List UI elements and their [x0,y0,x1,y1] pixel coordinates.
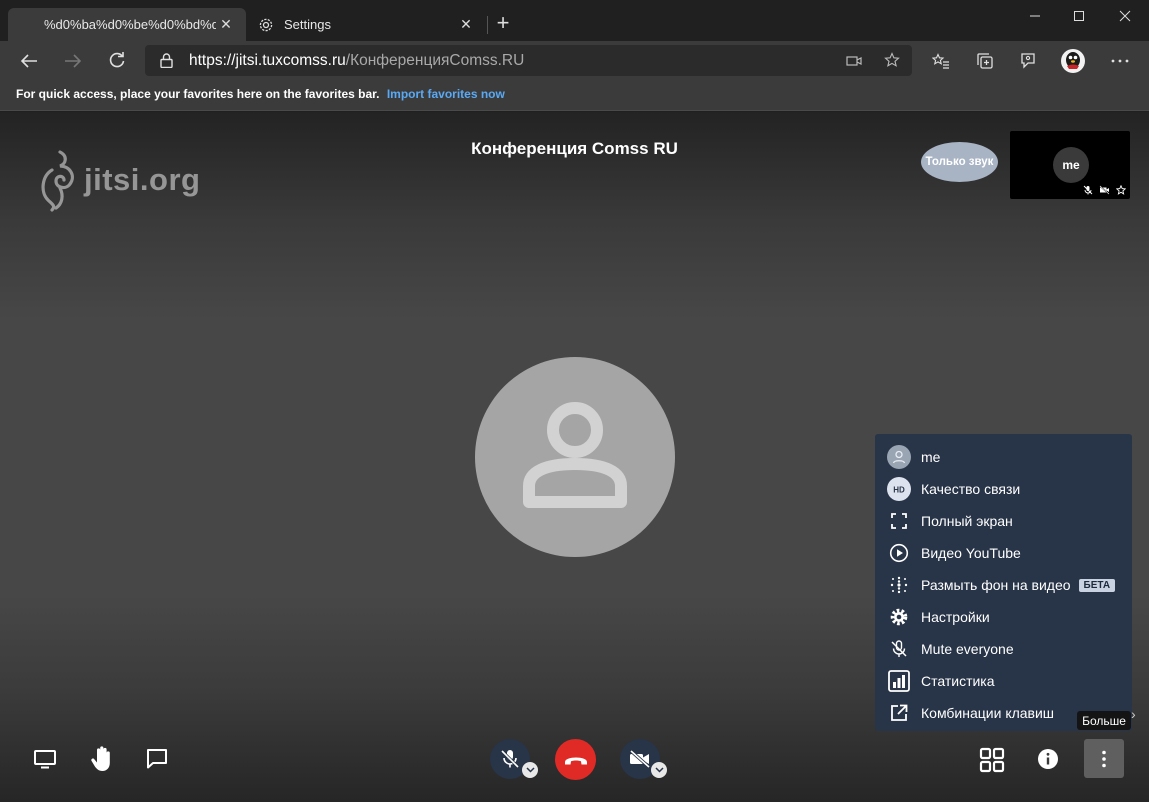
url-host: https://jitsi.tuxcomss.ru [189,52,346,69]
menu-item-label: Видео YouTube [921,545,1021,561]
share-screen-button[interactable] [30,744,60,774]
menu-item-mute-everyone[interactable]: Mute everyone [875,633,1132,665]
menu-item-fullscreen[interactable]: Полный экран [875,505,1132,537]
audio-only-indicator[interactable]: Только звук [921,142,998,182]
tab-close-icon[interactable]: ✕ [216,16,236,33]
lock-icon[interactable] [160,53,173,73]
camera-off-icon [629,749,651,769]
mic-off-icon [500,749,520,769]
star-icon [1116,185,1126,195]
camera-options-chevron-icon[interactable] [651,762,667,778]
menu-item-label: Статистика [921,673,995,689]
info-icon [1038,749,1058,769]
settings-more-icon[interactable] [1104,45,1136,77]
phone-hangup-icon [564,757,587,764]
tab-title: Settings [284,17,331,32]
fullscreen-icon [887,509,911,533]
self-view-thumbnail[interactable]: me [1010,131,1130,199]
blur-icon [887,573,911,597]
more-actions-button[interactable] [1084,739,1124,778]
conference-stage: jitsi.org Конференция Comss RU Только зв… [0,112,1149,802]
more-vertical-icon [1102,750,1106,767]
tab-close-icon[interactable]: ✕ [456,16,476,33]
back-button[interactable] [13,45,45,77]
self-avatar: me [1053,147,1089,183]
screen-icon [34,750,56,769]
camera-off-icon [1099,185,1110,195]
grid-icon [979,747,1005,773]
profile-avatar[interactable] [1057,45,1089,77]
mic-off-icon [887,637,911,661]
watermark-text: jitsi.org [84,162,201,197]
svg-text:HD: HD [893,486,905,495]
chat-icon [147,749,167,769]
hd-icon: HD [887,477,911,501]
menu-item-call-quality[interactable]: HD Качество связи [875,473,1132,505]
menu-item-statistics[interactable]: Статистика [875,665,1132,697]
browser-titlebar: %d0%ba%d0%be%d0%bd%d1% ✕ Settings ✕ + [0,0,1149,41]
hand-icon [91,746,110,771]
hangup-button[interactable] [555,739,596,780]
gear-icon [887,605,911,629]
play-icon [887,541,911,565]
beta-badge: БЕТА [1078,578,1116,592]
user-placeholder-icon [523,402,627,508]
import-favorites-link[interactable]: Import favorites now [387,87,505,101]
favorites-bar: For quick access, place your favorites h… [0,80,1149,111]
tab-title: %d0%ba%d0%be%d0%bd%d1% [44,17,216,32]
collections-icon[interactable] [969,45,1001,77]
external-link-icon [887,701,911,725]
address-bar[interactable]: https://jitsi.tuxcomss.ru/КонференцияCom… [145,45,912,76]
overflow-menu: me HD Качество связи Полный экран Видео … [875,434,1132,731]
menu-item-youtube-video[interactable]: Видео YouTube [875,537,1132,569]
minimize-button[interactable] [1012,0,1058,31]
camera-permission-icon[interactable] [846,54,862,72]
favorites-icon[interactable] [925,45,957,77]
menu-item-label: Качество связи [921,481,1021,497]
browser-navbar: https://jitsi.tuxcomss.ru/КонференцияCom… [0,41,1149,80]
new-tab-button[interactable]: + [492,12,514,36]
participant-avatar [475,357,675,557]
menu-item-label: Mute everyone [921,641,1014,657]
chevron-right-icon: › [1131,706,1136,722]
info-button[interactable] [1033,744,1063,774]
tab-settings[interactable]: Settings ✕ [248,8,486,41]
forward-button[interactable] [57,45,89,77]
tab-conference[interactable]: %d0%ba%d0%be%d0%bd%d1% ✕ [8,8,246,41]
favorite-star-icon[interactable] [884,52,900,73]
menu-item-settings[interactable]: Настройки [875,601,1132,633]
tile-view-button[interactable] [976,744,1008,776]
menu-item-blur-background[interactable]: Размыть фон на видео БЕТА [875,569,1132,601]
tab-divider [487,16,488,34]
close-window-button[interactable] [1102,0,1148,31]
maximize-button[interactable] [1056,0,1102,31]
favorites-bar-hint: For quick access, place your favorites h… [16,87,380,101]
avatar-icon [887,445,911,469]
thumbnail-status-icons [1083,185,1126,195]
menu-item-label: Комбинации клавиш [921,705,1055,721]
feedback-icon[interactable] [1012,45,1044,77]
menu-item-label: Размыть фон на видео [921,577,1071,593]
url-path: /КонференцияComss.RU [345,52,525,69]
stats-icon [887,669,911,693]
mic-off-icon [1083,185,1093,195]
menu-item-label: Полный экран [921,513,1013,529]
raise-hand-button[interactable] [86,742,118,776]
gear-icon [258,17,280,33]
menu-item-label: Настройки [921,609,990,625]
address-url: https://jitsi.tuxcomss.ru/КонференцияCom… [189,52,524,70]
more-tooltip: Больше [1077,711,1131,730]
mic-options-chevron-icon[interactable] [522,762,538,778]
refresh-button[interactable] [101,45,133,77]
chat-button[interactable] [142,744,172,774]
menu-item-profile[interactable]: me [875,441,1132,473]
menu-item-label: me [921,449,941,465]
